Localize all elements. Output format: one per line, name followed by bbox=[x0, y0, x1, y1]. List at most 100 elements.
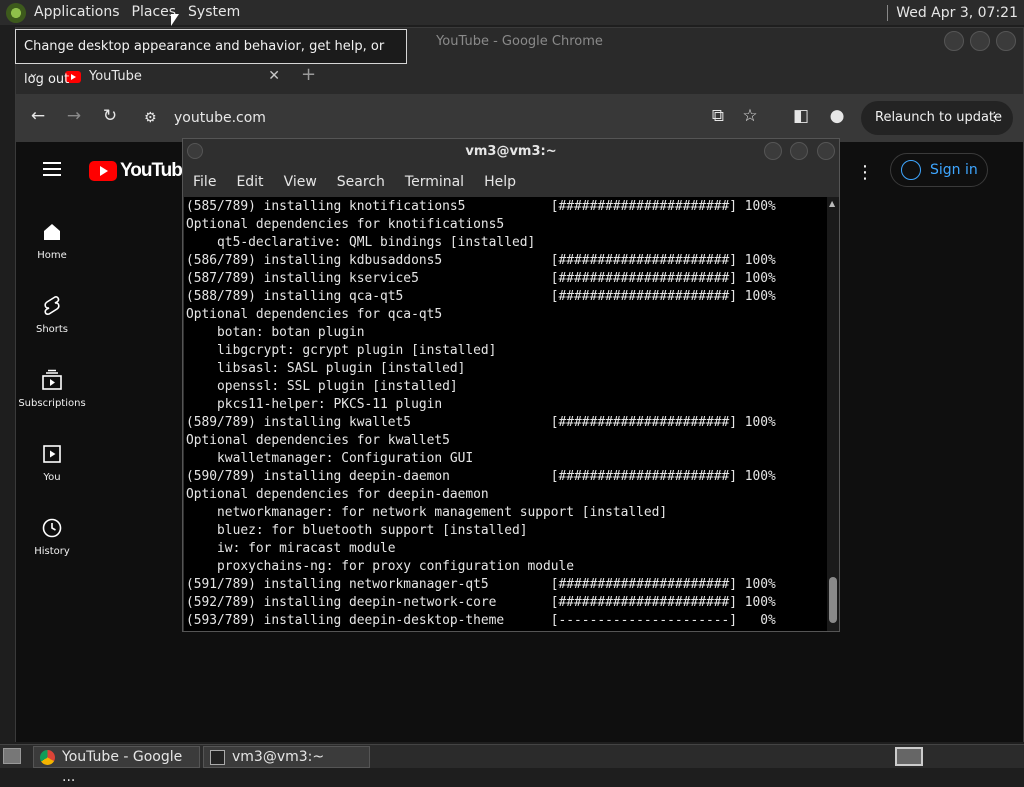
relaunch-label: Relaunch to update bbox=[875, 110, 1003, 125]
tab-label: YouTube bbox=[89, 69, 142, 84]
clock[interactable]: Wed Apr 3, 07:21 bbox=[896, 5, 1018, 21]
nav-you[interactable]: You bbox=[16, 442, 88, 483]
minimize-button[interactable] bbox=[944, 31, 964, 51]
chrome-toolbar: ← → ↻ ⚙ youtube.com ⧉ ☆ ◧ ● Relaunch to … bbox=[16, 94, 1023, 142]
nav-shorts[interactable]: Shorts bbox=[16, 294, 88, 335]
terminal-line: (593/789) installing deepin-desktop-them… bbox=[186, 613, 776, 628]
task-terminal-label: vm3@vm3:~ bbox=[232, 749, 325, 765]
terminal-line: bluez: for bluetooth support [installed] bbox=[186, 523, 528, 538]
applications-menu[interactable]: Applications bbox=[28, 0, 126, 25]
terminal-line: pkcs11-helper: PKCS-11 plugin bbox=[186, 397, 443, 412]
nav-history-label: History bbox=[34, 546, 70, 557]
shorts-icon bbox=[44, 296, 60, 315]
relaunch-to-update-button[interactable]: Relaunch to update ⋮ bbox=[861, 101, 1013, 135]
you-icon bbox=[43, 445, 61, 463]
back-arrow-icon[interactable]: ← bbox=[26, 106, 50, 126]
system-menu[interactable]: System bbox=[182, 0, 246, 25]
hamburger-menu-icon[interactable] bbox=[43, 162, 61, 176]
bottom-taskbar: YouTube - Google ... vm3@vm3:~ bbox=[0, 744, 1024, 785]
chrome-window-title: YouTube - Google Chrome bbox=[436, 34, 603, 49]
terminal-close-button[interactable] bbox=[817, 142, 835, 160]
terminal-line: Optional dependencies for knotifications… bbox=[186, 217, 505, 232]
terminal-line: networkmanager: for network management s… bbox=[186, 505, 668, 520]
show-desktop-icon[interactable] bbox=[3, 748, 21, 764]
terminal-title: vm3@vm3:~ bbox=[465, 144, 557, 159]
address-bar[interactable]: ⚙ youtube.com bbox=[138, 101, 778, 135]
terminal-minimize-button[interactable] bbox=[764, 142, 782, 160]
terminal-line: (586/789) installing kdbusaddons5 [#####… bbox=[186, 253, 776, 268]
youtube-logo-text: YouTube bbox=[120, 160, 192, 181]
tab-youtube[interactable]: YouTube ✕ bbox=[54, 60, 290, 94]
terminal-output[interactable]: (585/789) installing knotifications5 [##… bbox=[184, 197, 827, 631]
youtube-logo[interactable]: YouTube bbox=[89, 160, 192, 182]
menu-edit[interactable]: Edit bbox=[226, 169, 273, 195]
task-chrome[interactable]: YouTube - Google ... bbox=[33, 746, 200, 785]
terminal-menubar: File Edit View Search Terminal Help bbox=[183, 169, 839, 195]
menu-file[interactable]: File bbox=[183, 169, 226, 195]
install-app-icon[interactable]: ⧉ bbox=[706, 106, 730, 126]
terminal-line: openssl: SSL plugin [installed] bbox=[186, 379, 458, 394]
nav-home-label: Home bbox=[37, 250, 67, 261]
task-terminal[interactable]: vm3@vm3:~ bbox=[203, 746, 370, 768]
sign-in-button[interactable]: Sign in bbox=[890, 153, 988, 187]
workspace-switcher[interactable] bbox=[895, 747, 923, 766]
mouse-cursor-icon bbox=[171, 14, 179, 26]
scroll-up-arrow-icon[interactable]: ▲ bbox=[829, 199, 835, 208]
home-icon bbox=[44, 224, 60, 240]
history-icon bbox=[42, 518, 62, 538]
terminal-line: (585/789) installing knotifications5 [##… bbox=[186, 199, 776, 214]
distro-logo-icon[interactable] bbox=[6, 2, 26, 23]
close-window-button[interactable] bbox=[996, 31, 1016, 51]
menu-view[interactable]: View bbox=[274, 169, 327, 195]
terminal-line: botan: botan plugin bbox=[186, 325, 365, 340]
terminal-line: (590/789) installing deepin-daemon [####… bbox=[186, 469, 776, 484]
terminal-scrollbar[interactable]: ▲ bbox=[827, 197, 839, 631]
nav-you-label: You bbox=[43, 472, 61, 483]
subscriptions-icon bbox=[42, 369, 62, 390]
scrollbar-thumb[interactable] bbox=[829, 577, 837, 623]
system-menu-tooltip: Change desktop appearance and behavior, … bbox=[15, 29, 407, 87]
window-menu-button[interactable] bbox=[187, 143, 203, 159]
terminal-line: Optional dependencies for kwallet5 bbox=[186, 433, 450, 448]
sign-in-label: Sign in bbox=[930, 162, 978, 178]
nav-home[interactable]: Home bbox=[16, 220, 88, 261]
forward-arrow-icon[interactable]: → bbox=[62, 106, 86, 126]
account-icon bbox=[901, 160, 921, 180]
side-panel-icon[interactable]: ◧ bbox=[789, 106, 813, 126]
chrome-icon bbox=[40, 750, 55, 765]
panel-separator bbox=[887, 4, 889, 21]
url-text: youtube.com bbox=[174, 110, 266, 126]
terminal-line: proxychains-ng: for proxy configuration … bbox=[186, 559, 575, 574]
new-tab-button[interactable]: + bbox=[301, 64, 316, 85]
terminal-line: (591/789) installing networkmanager-qt5 … bbox=[186, 577, 776, 592]
terminal-titlebar[interactable]: vm3@vm3:~ bbox=[183, 139, 839, 167]
youtube-play-icon bbox=[89, 161, 117, 181]
terminal-window: vm3@vm3:~ File Edit View Search Terminal… bbox=[182, 138, 840, 632]
terminal-maximize-button[interactable] bbox=[790, 142, 808, 160]
maximize-button[interactable] bbox=[970, 31, 990, 51]
chrome-menu-icon[interactable]: ⋮ bbox=[988, 101, 1001, 135]
terminal-line: (589/789) installing kwallet5 [#########… bbox=[186, 415, 776, 430]
tab-close-button[interactable]: ✕ bbox=[268, 68, 280, 84]
terminal-line: Optional dependencies for qca-qt5 bbox=[186, 307, 443, 322]
menu-search[interactable]: Search bbox=[327, 169, 395, 195]
terminal-line: iw: for miracast module bbox=[186, 541, 396, 556]
terminal-line: kwalletmanager: Configuration GUI bbox=[186, 451, 474, 466]
top-panel: Applications Places System Wed Apr 3, 07… bbox=[0, 0, 1024, 25]
nav-subscriptions[interactable]: Subscriptions bbox=[16, 368, 88, 409]
bookmark-star-icon[interactable]: ☆ bbox=[738, 106, 762, 126]
nav-shorts-label: Shorts bbox=[35, 324, 69, 335]
nav-history[interactable]: History bbox=[16, 516, 88, 557]
menu-terminal[interactable]: Terminal bbox=[395, 169, 474, 195]
terminal-line: qt5-declarative: QML bindings [installed… bbox=[186, 235, 536, 250]
profile-icon[interactable]: ● bbox=[825, 106, 849, 126]
nav-subscriptions-label: Subscriptions bbox=[18, 398, 86, 409]
terminal-line: Optional dependencies for deepin-daemon bbox=[186, 487, 489, 502]
site-info-icon[interactable]: ⚙ bbox=[144, 101, 157, 135]
terminal-line: (588/789) installing qca-qt5 [##########… bbox=[186, 289, 776, 304]
settings-kebab-icon[interactable]: ⋮ bbox=[856, 162, 874, 183]
reload-icon[interactable]: ↻ bbox=[98, 106, 122, 126]
menu-help[interactable]: Help bbox=[474, 169, 526, 195]
terminal-line: (587/789) installing kservice5 [########… bbox=[186, 271, 776, 286]
terminal-icon bbox=[210, 750, 225, 765]
